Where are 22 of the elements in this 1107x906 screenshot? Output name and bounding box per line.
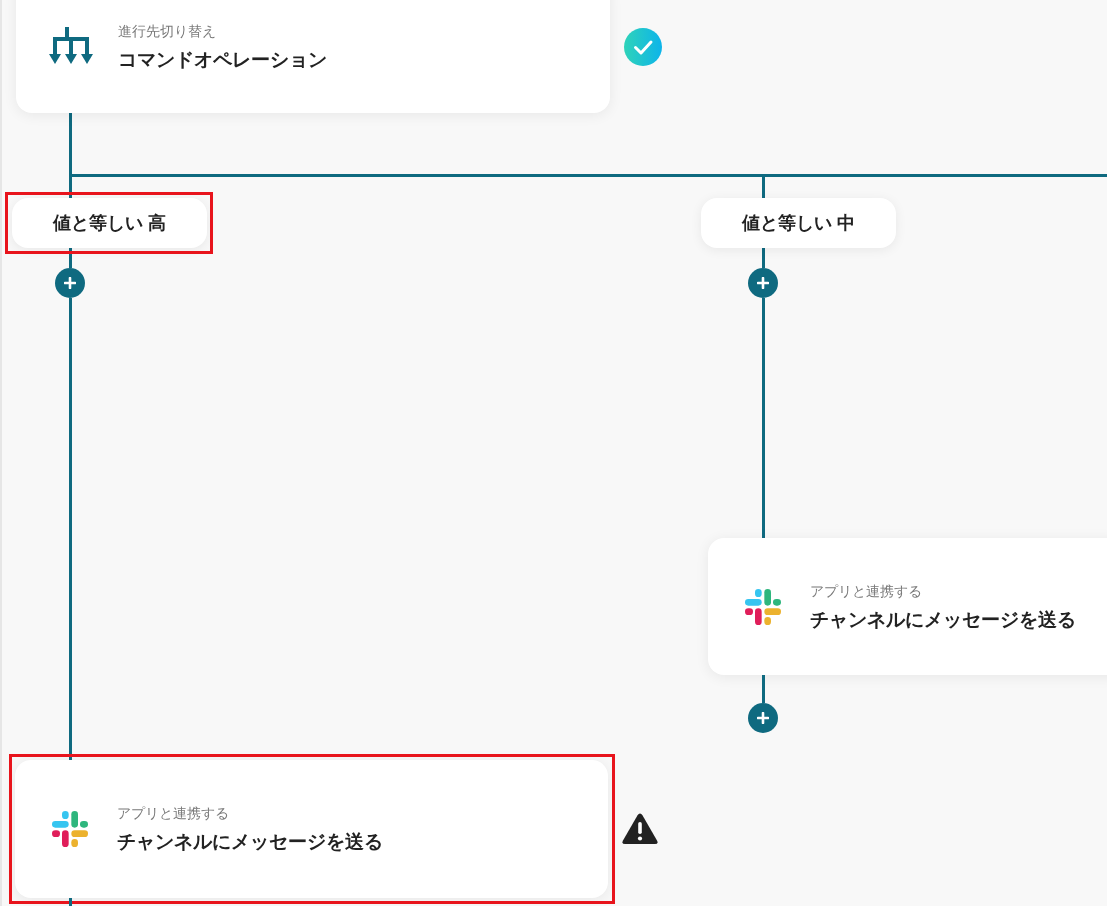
branch-condition-label[interactable]: 値と等しい 高 xyxy=(12,198,207,248)
step-category: アプリと連携する xyxy=(117,804,230,823)
step-category: アプリと連携する xyxy=(810,581,923,601)
connector-line xyxy=(762,248,765,268)
step-category: 進行先切り替え xyxy=(118,21,217,41)
step-title: チャンネルにメッセージを送る xyxy=(117,830,383,854)
branch-condition-label[interactable]: 値と等しい 中 xyxy=(701,198,896,248)
step-title: チャンネルにメッセージを送る xyxy=(810,607,1076,632)
connector-line xyxy=(69,248,72,268)
step-title: コマンドオペレーション xyxy=(118,47,327,72)
plus-icon xyxy=(757,277,769,289)
plus-icon xyxy=(757,712,769,724)
flow-step-card[interactable]: アプリと連携する チャンネルにメッセージを送る xyxy=(708,538,1107,675)
flow-step-card[interactable]: アプリと連携する チャンネルにメッセージを送る xyxy=(15,760,608,898)
add-step-button[interactable] xyxy=(748,268,778,298)
add-step-button[interactable] xyxy=(55,268,85,298)
add-step-button[interactable] xyxy=(748,703,778,733)
plus-icon xyxy=(64,277,76,289)
hash-logo-icon xyxy=(52,811,88,847)
flow-step-card[interactable]: 進行先切り替え コマンドオペレーション xyxy=(16,0,610,113)
hash-logo-icon xyxy=(745,588,781,625)
connector-line xyxy=(762,675,765,703)
